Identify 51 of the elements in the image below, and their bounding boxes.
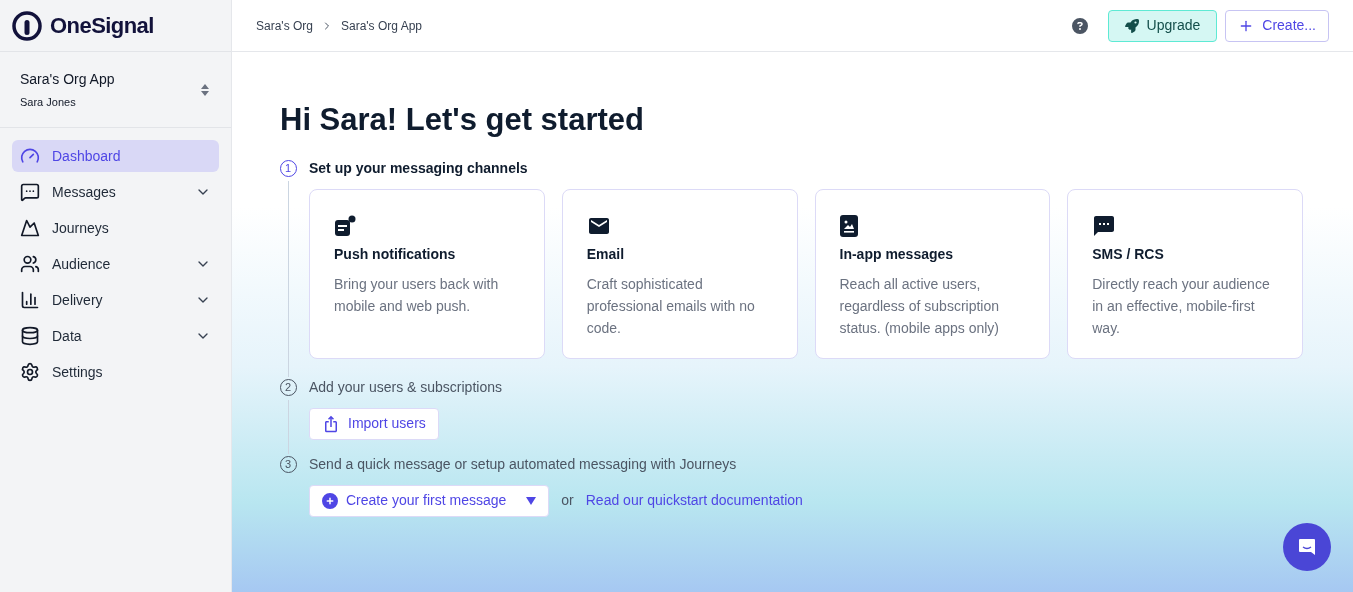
create-button[interactable]: Create... (1225, 9, 1329, 42)
sidebar-item[interactable]: Audience (12, 248, 219, 280)
channel-card[interactable]: In-app messages Reach all active users, regardless of subscription status. (mobile apps only) (814, 188, 1051, 359)
card-title: Push notifications (334, 244, 457, 264)
card-description: Reach all active users, regardless of subscription status. (mobile apps only) (839, 274, 1001, 338)
help-icon[interactable] (1071, 17, 1088, 34)
caret-icon (526, 496, 537, 505)
create-message-button[interactable]: Create your first message (309, 484, 550, 517)
bar-chart-icon (20, 290, 40, 310)
upload-icon (322, 414, 340, 433)
sidebar-item[interactable]: Settings (12, 356, 219, 388)
channel-card[interactable]: Push notifications Bring your users back with mobile and web push. (309, 188, 545, 359)
sidebar-item[interactable]: Journeys (12, 212, 219, 244)
gauge-icon (20, 146, 40, 166)
database-icon (20, 326, 40, 346)
logo-icon (12, 10, 42, 41)
mountain-icon (20, 218, 40, 238)
step-title: Set up your messaging channels (309, 158, 529, 178)
breadcrumb-link[interactable]: Sara's Org App (341, 16, 422, 35)
card-title: Email (586, 244, 626, 264)
app-switcher[interactable]: Sara's Org App Sara Jones (0, 52, 231, 128)
step-title: Add your users & subscriptions (309, 377, 503, 397)
or-text: or (561, 491, 574, 510)
channel-card[interactable]: Email Craft sophisticated professional emails with no code. (561, 188, 798, 359)
chat-bubble-icon (1092, 213, 1117, 238)
settings-icon (20, 362, 40, 382)
sort-arrows-icon (201, 83, 209, 96)
chat-icon (1297, 537, 1317, 557)
card-description: Directly reach your audience in an effective, mobile-first way. (1092, 274, 1271, 338)
import-users-button[interactable]: Import users (309, 407, 439, 440)
logo-text: OneSignal (50, 12, 154, 40)
users-icon (20, 254, 40, 274)
step-title: Send a quick message or setup automated messaging with Journeys (309, 454, 738, 474)
sidebar-item[interactable]: Data (12, 320, 219, 352)
sidebar-item[interactable]: Messages (12, 176, 219, 208)
channel-card[interactable]: SMS / RCS Directly reach your audience in an effective, mobile-first way. (1067, 188, 1303, 359)
card-title: SMS / RCS (1092, 244, 1165, 264)
breadcrumb-link[interactable]: Sara's Org (256, 16, 313, 35)
card-title: In-app messages (839, 244, 955, 264)
card-description: Craft sophisticated professional emails with no code. (586, 274, 756, 338)
page-heading: Hi Sara! Let's get started (280, 101, 645, 139)
upgrade-button[interactable]: Upgrade (1107, 9, 1218, 42)
image-card-icon (839, 214, 858, 237)
chat-icon (20, 182, 40, 202)
rocket-icon (1124, 18, 1139, 33)
card-description: Bring your users back with mobile and web push. (334, 274, 500, 316)
sidebar-item[interactable]: Delivery (12, 284, 219, 316)
quickstart-link[interactable]: Read our quickstart documentation (585, 490, 803, 511)
sidebar-item[interactable]: Dashboard (12, 140, 219, 172)
notification-icon (334, 214, 356, 237)
chat-launcher-button[interactable] (1283, 523, 1331, 571)
